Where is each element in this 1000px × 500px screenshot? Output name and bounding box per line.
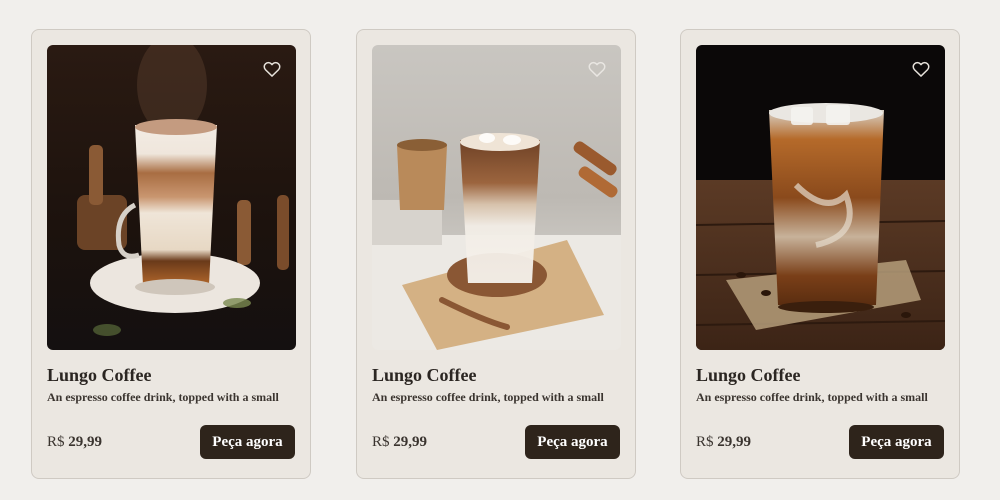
heart-outline-icon (588, 61, 606, 77)
product-card: Lungo Coffee An espresso coffee drink, t… (680, 29, 960, 479)
product-price: R$ 29,99 (47, 434, 102, 451)
product-description: An espresso coffee drink, topped with a … (372, 390, 604, 404)
product-card: Lungo Coffee An espresso coffee drink, t… (356, 29, 636, 479)
price-currency: R$ (372, 434, 390, 450)
favorite-button[interactable] (262, 59, 282, 79)
order-now-button[interactable]: Peça agora (525, 425, 620, 459)
price-currency: R$ (696, 434, 714, 450)
product-description: An espresso coffee drink, topped with a … (47, 390, 279, 404)
coffee-photo (696, 45, 945, 350)
product-card: Lungo Coffee An espresso coffee drink, t… (31, 29, 311, 479)
coffee-photo (47, 45, 296, 350)
product-image-latte-macchiato[interactable] (47, 45, 296, 350)
price-amount: 29,99 (68, 434, 103, 450)
price-amount: 29,99 (717, 434, 752, 450)
order-now-button[interactable]: Peça agora (849, 425, 944, 459)
product-grid: Lungo Coffee An espresso coffee drink, t… (0, 0, 1000, 500)
price-amount: 29,99 (393, 434, 428, 450)
product-title: Lungo Coffee (47, 365, 152, 385)
order-now-button[interactable]: Peça agora (200, 425, 295, 459)
product-title: Lungo Coffee (372, 365, 477, 385)
product-price: R$ 29,99 (696, 434, 751, 451)
product-image-iced-coffee[interactable] (696, 45, 945, 350)
product-title: Lungo Coffee (696, 365, 801, 385)
favorite-button[interactable] (587, 59, 607, 79)
product-price: R$ 29,99 (372, 434, 427, 451)
heart-outline-icon (263, 61, 281, 77)
price-currency: R$ (47, 434, 65, 450)
product-image-iced-latte[interactable] (372, 45, 621, 350)
coffee-photo (372, 45, 621, 350)
favorite-button[interactable] (911, 59, 931, 79)
product-description: An espresso coffee drink, topped with a … (696, 390, 928, 404)
heart-outline-icon (912, 61, 930, 77)
